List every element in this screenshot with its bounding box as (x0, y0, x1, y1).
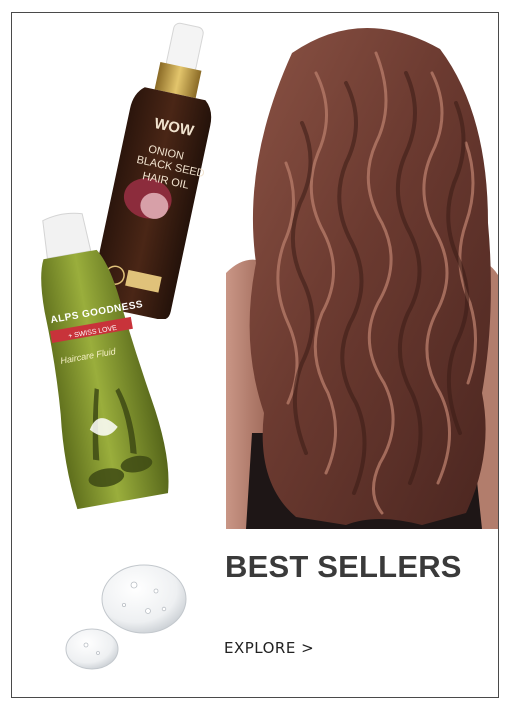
hair-model-image (226, 13, 498, 529)
alps-goodness-bottle-image: ALPS GOODNESS + SWISS LOVE Haircare Flui… (26, 205, 196, 515)
gel-droplets-image (64, 561, 188, 673)
best-sellers-card[interactable]: WOW ONION BLACK SEED HAIR OIL ALPS GOODN… (11, 12, 499, 698)
banner-title: BEST SELLERS (225, 549, 462, 584)
explore-link[interactable]: EXPLORE > (224, 639, 314, 657)
